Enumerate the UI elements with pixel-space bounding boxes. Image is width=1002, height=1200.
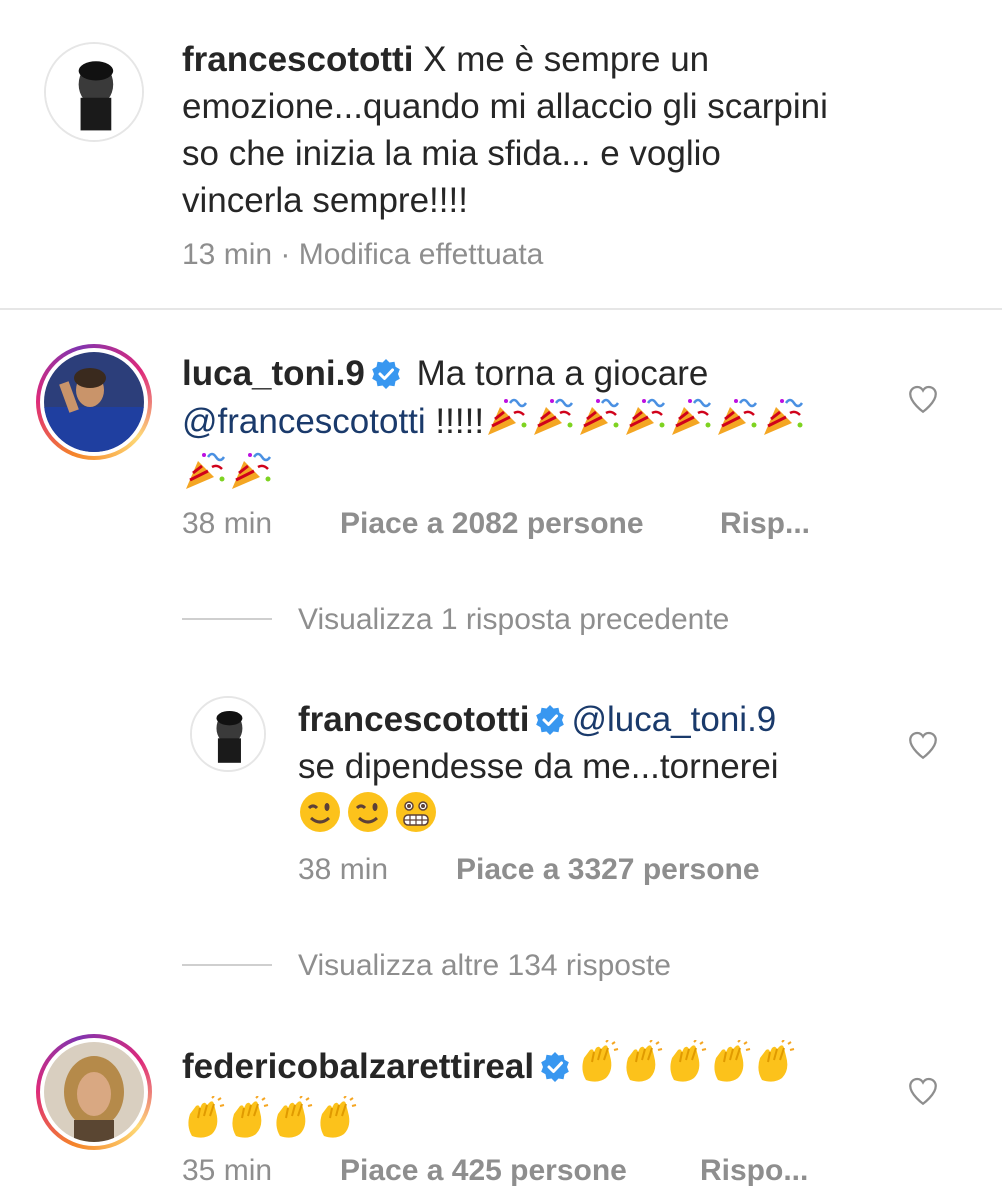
- party-popper-icon: [714, 397, 760, 451]
- party-popper-icon: [576, 397, 622, 451]
- party-popper-icon: [182, 451, 228, 505]
- party-popper-icon: [668, 397, 714, 451]
- reply1-likes-label[interactable]: Piace a 3327 persone: [456, 853, 760, 886]
- comment2-time: 35 min: [182, 1154, 273, 1187]
- comment2-meta: 35 min: [182, 1154, 272, 1188]
- avatar-image: [44, 352, 144, 452]
- party-popper-icon: [484, 397, 530, 451]
- reply1-body: se dipendesse da me...tornerei: [298, 747, 779, 786]
- caption-meta: 13 min · Modifica effettuata: [182, 238, 543, 272]
- caption-line2: emozione...quando mi allaccio gli scarpi…: [182, 87, 828, 126]
- reply1-time: 38 min: [298, 853, 389, 886]
- caption-edited: Modifica effettuata: [298, 238, 544, 271]
- caption-username[interactable]: francescototti: [182, 40, 413, 79]
- winking-face-icon: [298, 790, 342, 846]
- avatar-francescototti-reply[interactable]: [190, 696, 266, 772]
- avatar-image: [46, 44, 142, 140]
- comment1-body: Ma torna a giocare: [416, 354, 709, 393]
- comment1-likes[interactable]: Piace a 2082 persone: [340, 507, 644, 541]
- comment2-like-heart-icon[interactable]: [906, 1074, 940, 1108]
- reply1-username[interactable]: francescototti: [298, 700, 529, 739]
- caption-text: francescototti X me è sempre un emozione…: [182, 36, 982, 224]
- replies-line: [182, 618, 272, 620]
- comment2-reply-label[interactable]: Rispo...: [700, 1154, 808, 1187]
- caption-line4: vincerla sempre!!!!: [182, 181, 468, 220]
- comment2-likes-label[interactable]: Piace a 425 persone: [340, 1154, 627, 1187]
- clapping-hands-icon: [314, 1095, 358, 1152]
- clapping-hands-icon: [270, 1095, 314, 1152]
- view-more-replies[interactable]: Visualizza altre 134 risposte: [298, 949, 671, 983]
- party-popper-icon: [530, 397, 576, 451]
- comment2-username[interactable]: federicobalzarettireal: [182, 1047, 534, 1086]
- avatar-image: [192, 698, 264, 770]
- comment2-likes[interactable]: Piace a 425 persone: [340, 1154, 627, 1188]
- avatar-francescototti[interactable]: [44, 42, 144, 142]
- caption-line3: so che inizia la mia sfida... e voglio: [182, 134, 721, 173]
- comment2-text: federicobalzarettireal: [182, 1039, 882, 1152]
- comment1-reply-label[interactable]: Risp...: [720, 507, 810, 540]
- comment1-mention[interactable]: @francescototti: [182, 402, 426, 441]
- clapping-hands-icon: [752, 1039, 796, 1096]
- comment1-username[interactable]: luca_toni.9: [182, 354, 365, 393]
- party-popper-icon: [760, 397, 806, 451]
- reply1-text: francescototti @luca_toni.9 se dipendesse…: [298, 696, 858, 846]
- clapping-hands-emojis-line1: [576, 1039, 796, 1086]
- party-popper-icon: [228, 451, 274, 505]
- comment1-like-heart-icon[interactable]: [906, 382, 940, 416]
- reply1-like-heart-icon[interactable]: [906, 728, 940, 762]
- verified-icon: [540, 1047, 570, 1082]
- caption-divider: [0, 308, 1002, 310]
- avatar-luca-toni[interactable]: [36, 344, 152, 460]
- party-popper-icon: [622, 397, 668, 451]
- avatar-federicobalzarettireal[interactable]: [36, 1034, 152, 1150]
- reply1-mention[interactable]: @luca_toni.9: [571, 700, 776, 739]
- clapping-hands-icon: [576, 1039, 620, 1096]
- view-previous-replies[interactable]: Visualizza 1 risposta precedente: [298, 603, 729, 637]
- comment1-likes-label[interactable]: Piace a 2082 persone: [340, 507, 644, 540]
- verified-icon: [371, 354, 401, 389]
- reply1-meta: 38 min: [298, 853, 388, 887]
- clapping-hands-emojis-line2: [182, 1095, 358, 1142]
- comment1-time: 38 min: [182, 507, 273, 540]
- reply1-likes[interactable]: Piace a 3327 persone: [456, 853, 760, 887]
- winking-face-icon: [346, 790, 390, 846]
- grimacing-face-icon: [394, 790, 438, 846]
- comment1-reply-button[interactable]: Risp...: [720, 507, 810, 541]
- caption-separator: ·: [280, 238, 291, 271]
- clapping-hands-icon: [182, 1095, 226, 1152]
- caption-time: 13 min: [182, 238, 273, 271]
- comment2-reply-button[interactable]: Rispo...: [700, 1154, 808, 1188]
- clapping-hands-icon: [226, 1095, 270, 1152]
- party-popper-emojis-line1: [484, 398, 806, 441]
- clapping-hands-icon: [664, 1039, 708, 1096]
- reply1-emojis: [298, 792, 442, 836]
- comment1-text: luca_toni.9 Ma torna a giocare @francesc…: [182, 350, 882, 505]
- clapping-hands-icon: [620, 1039, 664, 1096]
- clapping-hands-icon: [708, 1039, 752, 1096]
- comment1-meta: 38 min: [182, 507, 272, 541]
- party-popper-emojis-line2: [182, 452, 274, 495]
- caption-line1: X me è sempre un: [423, 40, 710, 79]
- avatar-image: [44, 1042, 144, 1142]
- verified-icon: [535, 700, 565, 735]
- replies-line: [182, 964, 272, 966]
- comment1-exclaim: !!!!!: [435, 402, 485, 441]
